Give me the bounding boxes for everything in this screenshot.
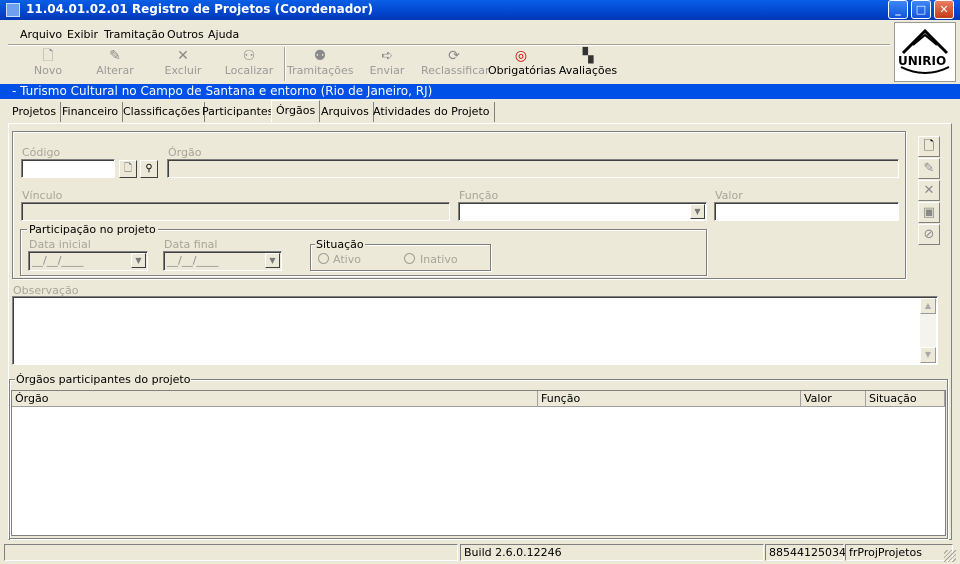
vinculo-input[interactable] [21, 202, 450, 221]
tramitacoes-button[interactable]: ⚉ Tramitações [287, 48, 353, 82]
delete-icon: ✕ [923, 183, 935, 198]
search-icon: ⚲ [145, 163, 153, 174]
side-delete-button[interactable]: ✕ [918, 180, 940, 201]
side-new-button[interactable]: 🗋 [918, 136, 940, 157]
scroll-down-button[interactable]: ▼ [920, 347, 936, 363]
ativo-label: Ativo [333, 253, 361, 266]
status-build: Build 2.6.0.12246 [460, 544, 764, 561]
send-icon: ➪ [381, 48, 393, 64]
tab-classificacoes[interactable]: Classificações [119, 102, 205, 122]
orgao-label: Órgão [168, 146, 202, 159]
menu-tramitacao[interactable]: Tramitação [104, 28, 165, 41]
codigo-input[interactable] [21, 159, 115, 178]
data-final-label: Data final [164, 238, 218, 251]
save-icon: ▣ [922, 205, 936, 220]
valor-label: Valor [715, 189, 743, 202]
maximize-button[interactable]: □ [911, 0, 931, 19]
data-inicial-select[interactable]: __/__/____ ▼ [28, 251, 148, 271]
orgao-input[interactable] [167, 159, 899, 178]
localizar-button[interactable]: ⚇ Localizar [216, 48, 282, 82]
logo-emblem [900, 28, 950, 74]
tab-atividades[interactable]: Atividades do Projeto [369, 102, 495, 122]
observacao-scrollbar[interactable]: ▲ ▼ [920, 298, 936, 363]
status-empty [4, 544, 458, 561]
data-final-value: __/__/____ [167, 254, 219, 267]
reclassificar-button[interactable]: ⟳ Reclassificar [421, 48, 490, 82]
menu-bar: Arquivo Exibir Tramitação Outros Ajuda [8, 24, 888, 44]
minimize-button[interactable]: _ [888, 0, 908, 19]
vinculo-label: Vínculo [22, 189, 63, 202]
evaluation-icon: ▚ [582, 48, 594, 64]
new-document-icon: 🗋 [923, 139, 935, 154]
window-title: 11.04.01.02.01 Registro de Projetos (Coo… [26, 2, 373, 16]
observacao-textarea[interactable]: ▲ ▼ [12, 296, 938, 365]
tab-strip: Projetos Financeiro Classificações Parti… [8, 100, 495, 122]
project-title-bar: - Turismo Cultural no Campo de Santana e… [0, 84, 960, 99]
codigo-new-button[interactable]: 🗋 [119, 160, 137, 178]
edit-icon: ✎ [109, 48, 121, 64]
status-code: 88544125034 [765, 544, 846, 561]
menu-divider [8, 44, 890, 46]
menu-exibir[interactable]: Exibir [67, 28, 98, 41]
chevron-down-icon[interactable]: ▼ [690, 204, 705, 219]
app-icon[interactable] [6, 3, 20, 17]
novo-button[interactable]: 🗋 Novo [15, 48, 81, 82]
avaliacoes-button[interactable]: ▚ Avaliações [555, 48, 621, 82]
cancel-icon: ⊘ [923, 227, 935, 242]
enviar-button[interactable]: ➪ Enviar [354, 48, 420, 82]
valor-input[interactable] [714, 202, 899, 221]
tab-projetos[interactable]: Projetos [8, 102, 62, 122]
codigo-search-button[interactable]: ⚲ [140, 160, 158, 178]
funcao-select[interactable]: ▼ [458, 202, 707, 221]
side-cancel-button[interactable]: ⊘ [918, 224, 940, 245]
new-document-icon: 🗋 [42, 48, 54, 64]
column-funcao[interactable]: Função [538, 391, 801, 407]
column-valor[interactable]: Valor [801, 391, 866, 407]
close-button[interactable]: ✕ [934, 0, 954, 19]
scroll-up-button[interactable]: ▲ [920, 298, 936, 314]
chevron-down-icon[interactable]: ▼ [131, 253, 146, 268]
required-icon: ◎ [514, 48, 528, 64]
participacao-label: Participação no projeto [27, 223, 158, 236]
funcao-label: Função [459, 189, 499, 202]
data-inicial-value: __/__/____ [32, 254, 84, 267]
resize-grip[interactable] [944, 550, 956, 562]
orgaos-grid[interactable]: Órgão Função Valor Situação [11, 390, 946, 536]
situacao-label: Situação [315, 238, 365, 251]
tab-participantes[interactable]: Participantes [198, 102, 279, 122]
excluir-button[interactable]: ✕ Excluir [150, 48, 216, 82]
alterar-button[interactable]: ✎ Alterar [82, 48, 148, 82]
tab-orgaos[interactable]: Órgãos [271, 100, 321, 122]
chevron-down-icon[interactable]: ▼ [265, 253, 280, 268]
side-save-button[interactable]: ▣ [918, 202, 940, 223]
document-icon: 🗋 [123, 163, 133, 174]
ativo-radio[interactable] [318, 253, 329, 264]
delete-icon: ✕ [177, 48, 189, 64]
tab-arquivos[interactable]: Arquivos [317, 102, 374, 122]
toolbar-separator [284, 47, 286, 81]
menu-arquivo[interactable]: Arquivo [20, 28, 62, 41]
edit-icon: ✎ [923, 161, 935, 176]
unirio-logo: UNIRIO [894, 22, 956, 82]
codigo-label: Código [22, 146, 61, 159]
menu-ajuda[interactable]: Ajuda [208, 28, 239, 41]
binoculars-icon: ⚇ [242, 48, 256, 64]
people-icon: ⚉ [313, 48, 327, 64]
logo-text: UNIRIO [898, 54, 947, 68]
column-situacao[interactable]: Situação [866, 391, 945, 407]
grid-title: Órgãos participantes do projeto [15, 373, 192, 386]
status-form: frProjProjetos [845, 544, 953, 561]
inativo-label: Inativo [420, 253, 458, 266]
data-inicial-label: Data inicial [29, 238, 91, 251]
column-orgao[interactable]: Órgão [12, 391, 538, 407]
menu-outros[interactable]: Outros [167, 28, 204, 41]
data-final-select[interactable]: __/__/____ ▼ [163, 251, 282, 271]
inativo-radio[interactable] [404, 253, 415, 264]
refresh-icon: ⟳ [448, 48, 460, 64]
tab-financeiro[interactable]: Financeiro [58, 102, 124, 122]
side-edit-button[interactable]: ✎ [918, 158, 940, 179]
obrigatorias-button[interactable]: ◎ Obrigatórias [488, 48, 556, 82]
